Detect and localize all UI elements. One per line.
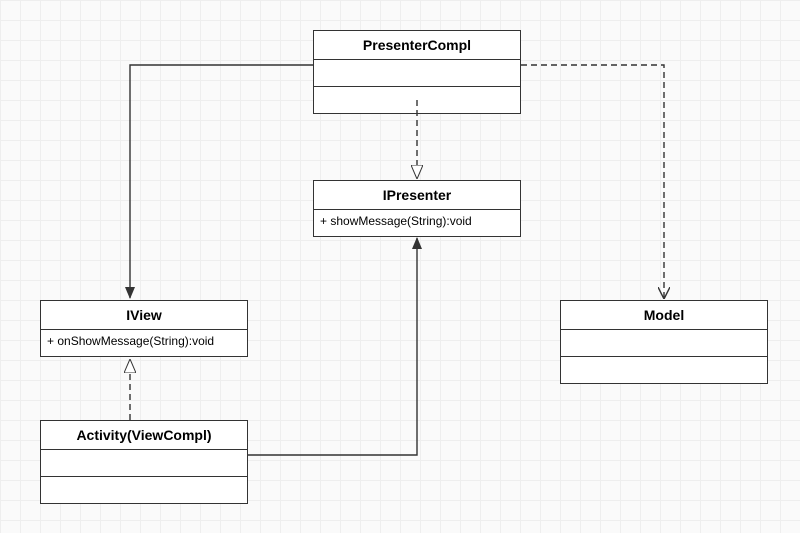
class-name: IView xyxy=(41,301,247,330)
class-attributes xyxy=(41,450,247,477)
class-name: Activity(ViewCompl) xyxy=(41,421,247,450)
uml-class-presenter-compl: PresenterCompl xyxy=(313,30,521,114)
edge-presentercompl-iview xyxy=(130,65,313,298)
class-name: PresenterCompl xyxy=(314,31,520,60)
class-methods: + onShowMessage(String):void xyxy=(41,330,247,356)
class-methods xyxy=(41,477,247,503)
uml-class-ipresenter: IPresenter + showMessage(String):void xyxy=(313,180,521,237)
edge-presentercompl-model xyxy=(521,65,664,298)
class-methods xyxy=(561,357,767,383)
class-name: IPresenter xyxy=(314,181,520,210)
edge-activity-ipresenter xyxy=(248,238,417,455)
class-attributes xyxy=(314,60,520,87)
class-methods xyxy=(314,87,520,113)
uml-class-model: Model xyxy=(560,300,768,384)
uml-class-iview: IView + onShowMessage(String):void xyxy=(40,300,248,357)
uml-class-activity: Activity(ViewCompl) xyxy=(40,420,248,504)
class-methods: + showMessage(String):void xyxy=(314,210,520,236)
class-attributes xyxy=(561,330,767,357)
class-name: Model xyxy=(561,301,767,330)
